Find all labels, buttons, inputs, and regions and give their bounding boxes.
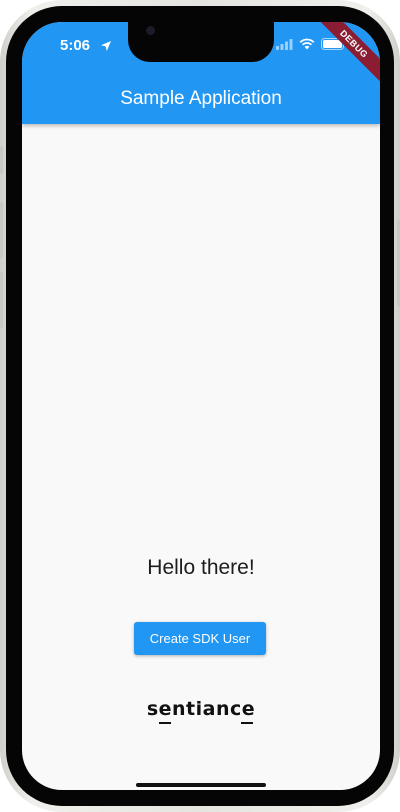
side-button-volume-up [0, 202, 3, 258]
status-time: 5:06 [60, 37, 91, 54]
camera-notch [128, 22, 274, 62]
page-title: Sample Application [120, 88, 282, 109]
side-button-mute [0, 146, 3, 174]
home-indicator[interactable] [136, 783, 266, 787]
sentiance-logo: sentiance [146, 698, 256, 720]
phone-screen: 5:06 DEBUG Sample Application Hello ther… [22, 22, 380, 790]
debug-banner: DEBUG [305, 22, 380, 93]
app-bar: 5:06 DEBUG Sample Application [22, 22, 380, 124]
logo-underline-e2 [241, 722, 253, 724]
side-button-volume-down [0, 272, 3, 328]
signal-bars-icon [276, 38, 293, 50]
greeting-text: Hello there! [147, 556, 255, 579]
camera-icon [146, 26, 155, 35]
location-arrow-icon [101, 41, 111, 51]
create-sdk-user-button[interactable]: Create SDK User [134, 622, 266, 655]
status-icons [276, 38, 347, 50]
wifi-icon [299, 38, 315, 50]
logo-underline-e1 [159, 722, 171, 724]
phone-frame: 5:06 DEBUG Sample Application Hello ther… [0, 0, 400, 812]
